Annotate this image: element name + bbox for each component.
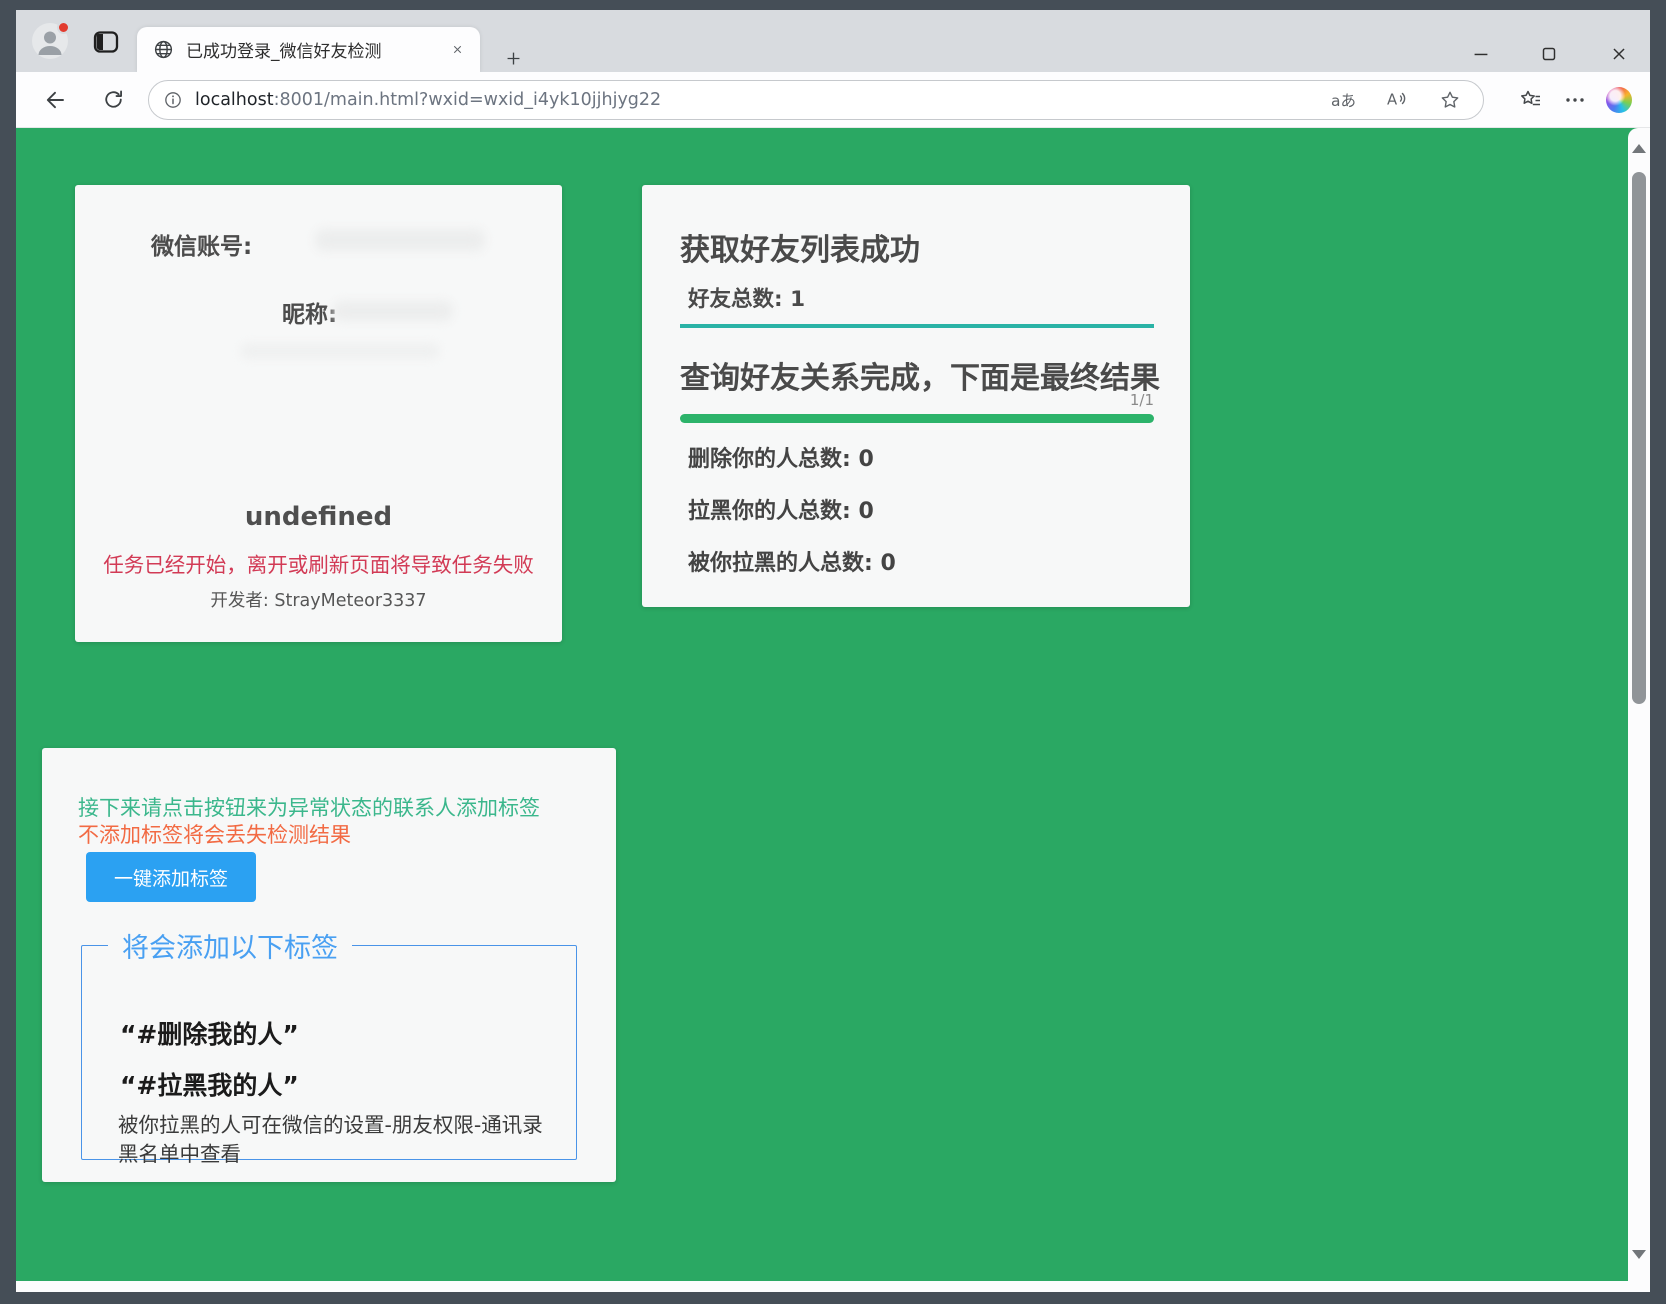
tag-loss-warning: 不添加标签将会丢失检测结果 xyxy=(78,819,351,849)
tag-list-fieldset: 将会添加以下标签 “#删除我的人” “#拉黑我的人” 被你拉黑的人可在微信的设置… xyxy=(81,926,577,1160)
tag-deleted: “#删除我的人” xyxy=(120,1015,299,1051)
copilot-icon[interactable] xyxy=(1602,83,1636,117)
teal-progress-line xyxy=(680,324,1154,328)
notification-dot xyxy=(57,21,70,34)
workspaces-icon[interactable] xyxy=(92,30,120,54)
read-aloud-icon[interactable]: A xyxy=(1386,88,1409,111)
horizontal-scrollbar-track[interactable] xyxy=(16,1281,1650,1292)
scrollbar-thumb[interactable] xyxy=(1632,172,1646,704)
address-bar[interactable]: localhost:8001/main.html?wxid=wxid_i4yk1… xyxy=(148,80,1484,120)
favorite-star-icon[interactable] xyxy=(1439,89,1461,111)
scroll-down-arrow-icon[interactable] xyxy=(1632,1250,1646,1259)
tag-instruction: 接下来请点击按钮来为异常状态的联系人添加标签 xyxy=(78,792,540,822)
browser-titlebar: 已成功登录_微信好友检测 xyxy=(16,10,1650,72)
result-card: 获取好友列表成功 好友总数: 1 查询好友关系完成，下面是最终结果 1/1 删除… xyxy=(642,185,1190,607)
friend-total: 好友总数: 1 xyxy=(688,282,805,313)
nickname-label: 昵称: xyxy=(282,295,337,329)
favorites-hub-icon[interactable] xyxy=(1514,83,1548,117)
tag-list-legend: 将会添加以下标签 xyxy=(108,926,352,965)
scroll-up-arrow-icon[interactable] xyxy=(1632,144,1646,153)
developer-credit: 开发者: StrayMeteor3337 xyxy=(75,587,562,612)
url-host: localhost xyxy=(195,90,274,110)
deleted-total: 删除你的人总数: 0 xyxy=(688,441,896,473)
tag-blacklisted: “#拉黑我的人” xyxy=(120,1066,299,1102)
account-label: 微信账号: xyxy=(151,227,252,261)
refresh-button[interactable] xyxy=(96,83,130,117)
site-info-icon[interactable] xyxy=(163,90,183,110)
new-tab-button[interactable] xyxy=(498,43,528,73)
profile-avatar[interactable] xyxy=(32,23,68,59)
tag-card: 接下来请点击按钮来为异常状态的联系人添加标签 不添加标签将会丢失检测结果 一键添… xyxy=(42,748,616,1182)
progress-fraction: 1/1 xyxy=(680,391,1154,409)
page-content: 微信账号: 昵称: undefined 任务已经开始，离开或刷新页面将导致任务失… xyxy=(16,128,1650,1292)
account-card: 微信账号: 昵称: undefined 任务已经开始，离开或刷新页面将导致任务失… xyxy=(75,185,562,642)
url-path: :8001/main.html?wxid=wxid_i4yk10jjhjyg22 xyxy=(274,90,662,110)
status-text: undefined xyxy=(75,502,562,532)
browser-toolbar: localhost:8001/main.html?wxid=wxid_i4yk1… xyxy=(16,72,1650,128)
svg-text:A: A xyxy=(1387,90,1398,108)
window-close-button[interactable] xyxy=(1602,37,1636,71)
redacted-text-blur xyxy=(240,343,440,359)
window-minimize-button[interactable] xyxy=(1464,37,1498,71)
blacklisted-you-total: 拉黑你的人总数: 0 xyxy=(688,493,896,525)
back-button[interactable] xyxy=(38,83,72,117)
tag-note-line1: 被你拉黑的人可在微信的设置-朋友权限-通讯录 xyxy=(118,1111,558,1140)
account-card-footer: undefined 任务已经开始，离开或刷新页面将导致任务失败 开发者: Str… xyxy=(75,502,562,612)
add-tag-button[interactable]: 一键添加标签 xyxy=(86,852,256,902)
redacted-nickname-blur xyxy=(333,301,453,321)
fetch-success-title: 获取好友列表成功 xyxy=(680,225,920,269)
globe-icon xyxy=(153,39,174,60)
translate-icon[interactable]: aあ xyxy=(1331,89,1356,111)
url-text[interactable]: localhost:8001/main.html?wxid=wxid_i4yk1… xyxy=(195,90,661,110)
result-stats: 删除你的人总数: 0 拉黑你的人总数: 0 被你拉黑的人总数: 0 xyxy=(688,441,896,597)
tab-title: 已成功登录_微信好友检测 xyxy=(186,37,444,62)
tag-note-line2: 黑名单中查看 xyxy=(118,1140,558,1169)
you-blacklisted-total: 被你拉黑的人总数: 0 xyxy=(688,545,896,577)
vertical-scrollbar[interactable] xyxy=(1628,128,1650,1281)
browser-window: 已成功登录_微信好友检测 xyxy=(0,0,1666,1304)
tab-close-icon[interactable] xyxy=(444,37,470,63)
browser-tab[interactable]: 已成功登录_微信好友检测 xyxy=(137,27,480,72)
more-options-icon[interactable] xyxy=(1558,83,1592,117)
task-warning-text: 任务已经开始，离开或刷新页面将导致任务失败 xyxy=(75,548,562,578)
tag-note: 被你拉黑的人可在微信的设置-朋友权限-通讯录 黑名单中查看 xyxy=(118,1111,558,1169)
redacted-account-blur xyxy=(315,229,485,251)
green-progress-bar xyxy=(680,414,1154,423)
window-maximize-button[interactable] xyxy=(1532,37,1566,71)
